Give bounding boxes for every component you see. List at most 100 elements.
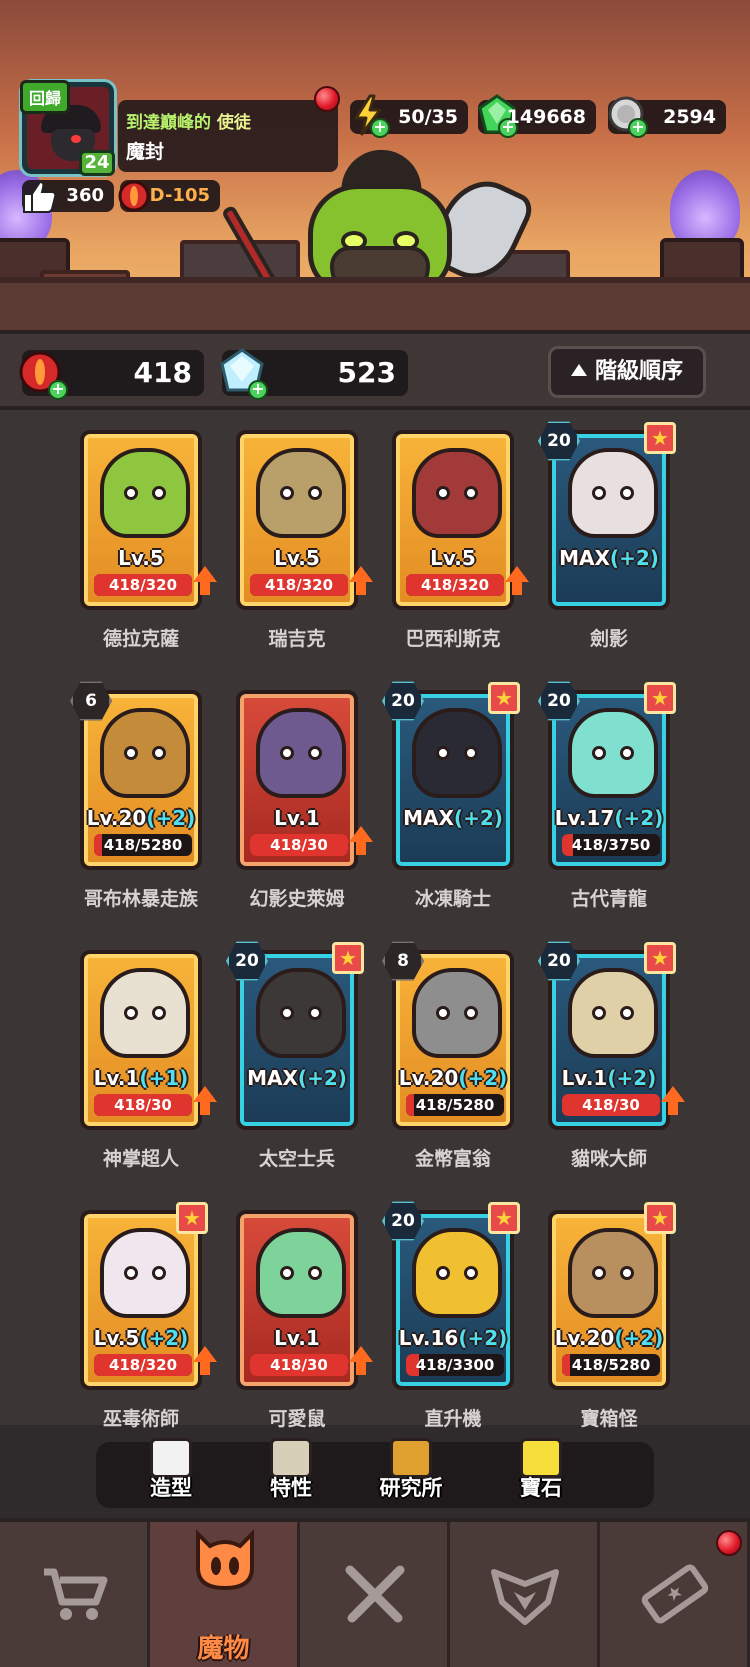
subnav-gear[interactable]: 研究所 xyxy=(356,1438,466,1508)
monster-level: Lv.5(+2) xyxy=(84,1326,198,1350)
monster-level-bonus: (+2) xyxy=(614,806,664,830)
monster-level: Lv.1(+1) xyxy=(84,1066,198,1090)
subnav-label: 造型 xyxy=(150,1476,192,1500)
monster-eye xyxy=(280,486,294,500)
monster-level: Lv.5 xyxy=(396,546,510,570)
monster-eye xyxy=(124,746,138,760)
energy-plus-icon[interactable]: + xyxy=(370,118,390,138)
cart-icon xyxy=(40,1562,110,1626)
monster-level: Lv.20(+2) xyxy=(84,806,198,830)
bottom-tab-swords[interactable] xyxy=(300,1522,450,1667)
bottom-navigation: 魔物 xyxy=(0,1518,750,1667)
shard-progress-text: 418/30 xyxy=(582,1096,640,1114)
monster-eye xyxy=(620,746,634,760)
monster-portrait xyxy=(100,708,190,798)
monster-level: Lv.20(+2) xyxy=(552,1326,666,1350)
shard-progress-bar: 418/5280 xyxy=(406,1094,504,1116)
monster-card[interactable]: Lv.1(+1) 418/30 xyxy=(80,950,202,1130)
gems-pill[interactable]: + 149668 xyxy=(478,94,596,138)
shard-progress-text: 418/5280 xyxy=(415,1096,495,1114)
monster-level-bonus: (+2) xyxy=(458,1326,508,1350)
monster-level: Lv.1 xyxy=(240,806,354,830)
monster-name: 直升機 xyxy=(424,1408,482,1430)
monster-name: 瑞吉克 xyxy=(268,628,326,650)
subnav-label: 寶石 xyxy=(520,1476,562,1500)
coins-pill[interactable]: + 2594 xyxy=(608,96,726,138)
bottom-tab-cart[interactable] xyxy=(0,1522,150,1667)
energy-pill[interactable]: + 50/35 xyxy=(350,94,468,138)
star-badge-icon: ★ xyxy=(332,942,364,974)
monster-eye xyxy=(436,1266,450,1280)
player-name: 魔封 xyxy=(126,141,165,163)
red-orb-pill[interactable]: + 418 xyxy=(19,350,204,400)
monster-level-bonus: (+2) xyxy=(453,806,503,830)
monster-portrait xyxy=(100,448,190,538)
currency-bar: + 418 + 523 階級順序 xyxy=(0,330,750,410)
monster-card[interactable]: Lv.5 418/320 xyxy=(236,430,358,610)
upgrade-arrow-icon[interactable] xyxy=(346,566,376,596)
upgrade-arrow-icon[interactable] xyxy=(658,1086,688,1116)
monster-eye xyxy=(464,1266,478,1280)
crystal-plus-icon[interactable]: + xyxy=(248,380,268,400)
shard-progress-text: 418/5280 xyxy=(103,836,183,854)
monster-portrait xyxy=(412,1228,502,1318)
back-badge[interactable]: 回歸 xyxy=(20,80,71,114)
shard-progress-bar: 418/320 xyxy=(94,1354,192,1376)
monster-eye xyxy=(436,746,450,760)
monster-card[interactable]: Lv.5(+2) 418/320 xyxy=(80,1210,202,1390)
monster-card[interactable]: Lv.20(+2) 418/5280 xyxy=(548,1210,670,1390)
monster-card[interactable]: Lv.5 418/320 xyxy=(80,430,202,610)
monster-level-bonus: (+2) xyxy=(607,1066,657,1090)
monster-name: 神掌超人 xyxy=(102,1148,179,1170)
coins-value: 2594 xyxy=(663,106,716,128)
monster-level-text: Lv.20 xyxy=(86,806,147,830)
monster-card[interactable]: Lv.1 418/30 xyxy=(236,1210,358,1390)
subnav-gem[interactable]: 寶石 xyxy=(486,1438,596,1508)
subnav-scroll[interactable]: 特性 xyxy=(236,1438,346,1508)
monster-level-text: Lv.5 xyxy=(274,546,320,570)
dungeon-pill[interactable]: D-105 xyxy=(118,180,220,212)
monster-eye xyxy=(464,486,478,500)
bottom-tab-rank-emblem[interactable] xyxy=(450,1522,600,1667)
star-badge-icon: ★ xyxy=(644,1202,676,1234)
sort-by-tier-button[interactable]: 階級順序 xyxy=(548,346,706,398)
monster-level-bonus: (+2) xyxy=(609,546,659,570)
monster-grid: Lv.5 418/320 德拉克薩 Lv.5 418/320 瑞吉克 Lv.5 418/320… xyxy=(0,410,750,1430)
upgrade-arrow-icon[interactable] xyxy=(190,1346,220,1376)
likes-pill[interactable]: 360 xyxy=(22,180,114,213)
monster-level-text: MAX xyxy=(403,806,454,830)
monster-eye xyxy=(464,1006,478,1020)
monster-level: Lv.16(+2) xyxy=(396,1326,510,1350)
monster-card[interactable]: Lv.1 418/30 xyxy=(236,690,358,870)
monster-level: MAX(+2) xyxy=(552,546,666,570)
upgrade-arrow-icon[interactable] xyxy=(502,566,532,596)
monster-card[interactable]: Lv.5 418/320 xyxy=(392,430,514,610)
monster-eye xyxy=(592,1006,606,1020)
monster-level-text: Lv.20 xyxy=(554,1326,615,1350)
monster-level: Lv.17(+2) xyxy=(552,806,666,830)
crystal-pill[interactable]: + 523 xyxy=(220,348,408,400)
upgrade-arrow-icon[interactable] xyxy=(190,566,220,596)
avatar-eye xyxy=(71,135,81,143)
player-name-box[interactable]: 到達巔峰的 使徒 魔封 xyxy=(118,100,338,172)
red-orb-plus-icon[interactable]: + xyxy=(48,380,68,400)
upgrade-arrow-icon[interactable] xyxy=(346,1346,376,1376)
monster-level-text: MAX xyxy=(247,1066,298,1090)
ground xyxy=(0,277,750,335)
bottom-tab-monster[interactable]: 魔物 xyxy=(150,1522,300,1667)
monster-eye xyxy=(464,746,478,760)
upgrade-arrow-icon[interactable] xyxy=(190,1086,220,1116)
dungeon-label: D-105 xyxy=(149,185,210,206)
subnav-label: 研究所 xyxy=(379,1476,443,1500)
shard-progress-bar: 418/5280 xyxy=(562,1354,660,1376)
player-title-part2: 使徒 xyxy=(216,113,251,133)
coins-plus-icon[interactable]: + xyxy=(628,118,648,138)
red-orb-value: 418 xyxy=(133,356,192,389)
player-title: 到達巔峰的 使徒 xyxy=(126,108,330,133)
monster-eye xyxy=(592,486,606,500)
upgrade-arrow-icon[interactable] xyxy=(346,826,376,856)
star-badge-icon: ★ xyxy=(644,682,676,714)
subnav-shirt[interactable]: 造型 xyxy=(116,1438,226,1508)
monster-name: 幻影史萊姆 xyxy=(249,888,345,910)
shard-progress-text: 418/320 xyxy=(420,576,490,594)
